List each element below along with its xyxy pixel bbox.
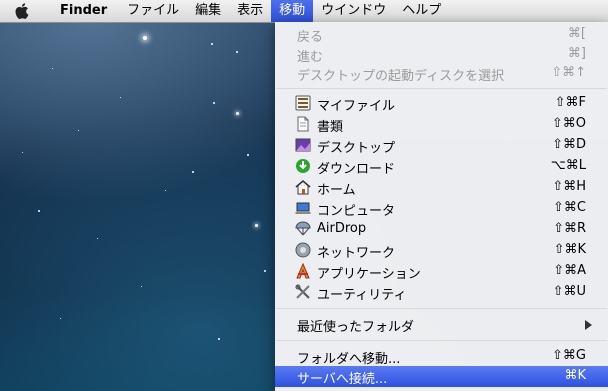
menu-item-label: コンピュータ (317, 204, 396, 219)
menu-item-shortcut: ⇧⌘O (551, 116, 586, 131)
menu-item-label: ホーム (317, 183, 356, 198)
network-icon (295, 242, 311, 258)
star (165, 190, 166, 191)
menu-item-shortcut: ⇧⌘R (553, 221, 586, 236)
menu-item-label: サーバへ接続... (297, 372, 388, 387)
star (97, 238, 98, 239)
applications-icon (296, 263, 310, 279)
star (264, 270, 266, 272)
star (52, 68, 53, 69)
menu-item-shortcut: ⌥⌘L (550, 158, 586, 173)
star (255, 224, 258, 227)
menu-item-label: 戻る (297, 30, 324, 45)
submenu-arrow-icon (585, 320, 592, 330)
menu-window[interactable]: ウインドウ (313, 0, 394, 22)
menu-item-label: AirDrop (317, 221, 367, 236)
menu-item-shortcut: ⇧⌘F (554, 95, 586, 110)
menu-item-shortcut: ⇧⌘↑ (551, 65, 586, 80)
menu-item-shortcut: ⇧⌘A (553, 263, 586, 278)
menu-item-label: フォルダへ移動... (297, 352, 401, 367)
menu-item-shortcut: ⇧⌘D (552, 137, 586, 152)
menu-item-applications[interactable]: アプリケーション ⇧⌘A (275, 261, 608, 282)
menu-item-shortcut: ⇧⌘G (552, 348, 586, 363)
star (213, 102, 215, 104)
menu-edit[interactable]: 編集 (187, 0, 229, 22)
menu-item-label: デスクトップ (317, 141, 396, 156)
apple-menu[interactable] (14, 0, 30, 22)
star (141, 286, 142, 287)
menu-item-desktop[interactable]: デスクトップ ⇧⌘D (275, 135, 608, 156)
menu-item-shortcut: ⌘] (567, 46, 586, 61)
star (236, 112, 239, 115)
all-my-files-icon (295, 95, 311, 111)
star (236, 51, 238, 53)
menu-item-connect-to-server[interactable]: サーバへ接続... ⌘K (275, 366, 608, 387)
menu-item-label: ユーティリティ (317, 288, 407, 303)
menu-finder[interactable]: Finder (52, 0, 115, 22)
star (143, 36, 147, 40)
menu-item-airdrop[interactable]: AirDrop ⇧⌘R (275, 219, 608, 240)
menu-file[interactable]: ファイル (119, 0, 187, 22)
menu-item-network[interactable]: ネットワーク ⇧⌘K (275, 240, 608, 261)
menu-item-utilities[interactable]: ユーティリティ ⇧⌘U (275, 282, 608, 303)
menu-item-label: マイファイル (317, 99, 396, 114)
star (247, 154, 249, 156)
star (38, 210, 40, 212)
menu-item-all-my-files[interactable]: マイファイル ⇧⌘F (275, 93, 608, 114)
home-icon (295, 180, 311, 195)
utilities-icon (295, 284, 310, 299)
menu-item-label: デスクトップの起動ディスクを選択 (297, 69, 505, 84)
menu-item-shortcut: ⌘K (564, 368, 586, 383)
airdrop-icon (295, 221, 311, 236)
menu-item-shortcut: ⇧⌘U (552, 284, 586, 299)
star (120, 97, 121, 98)
menu-item-label: ネットワーク (317, 246, 396, 261)
star (211, 43, 213, 45)
menu-item-select-startup-disk[interactable]: デスクトップの起動ディスクを選択 ⇧⌘↑ (275, 63, 608, 84)
menu-item-label: アプリケーション (317, 267, 421, 282)
menu-item-shortcut: ⌘[ (567, 26, 586, 41)
menu-item-shortcut: ⇧⌘K (553, 242, 586, 257)
menu-item-downloads[interactable]: ダウンロード ⌥⌘L (275, 156, 608, 177)
menu-go[interactable]: 移動 (271, 0, 314, 22)
star (60, 318, 61, 319)
menu-separator (276, 340, 607, 341)
menu-item-label: 最近使ったフォルダ (297, 320, 415, 335)
star (78, 130, 79, 131)
menu-item-documents[interactable]: 書類 ⇧⌘O (275, 114, 608, 135)
star (22, 152, 23, 153)
menu-item-go-to-folder[interactable]: フォルダへ移動... ⇧⌘G (275, 346, 608, 367)
star (192, 171, 194, 173)
menu-bar: Finder ファイル 編集 表示 移動 ウインドウ ヘルプ (0, 0, 608, 23)
computer-icon (295, 202, 311, 214)
go-menu-dropdown: 戻る ⌘[ 進む ⌘] デスクトップの起動ディスクを選択 ⇧⌘↑ マイファイル … (275, 22, 608, 391)
menu-item-back[interactable]: 戻る ⌘[ (275, 24, 608, 45)
menu-item-label: 書類 (317, 120, 344, 135)
menu-item-forward[interactable]: 進む ⌘] (275, 44, 608, 65)
menu-help[interactable]: ヘルプ (394, 0, 449, 22)
desktop-icon (295, 138, 311, 152)
menu-item-shortcut: ⇧⌘H (552, 179, 586, 194)
documents-icon (297, 116, 309, 132)
menu-view[interactable]: 表示 (229, 0, 271, 22)
menu-item-recent-folders[interactable]: 最近使ったフォルダ (275, 314, 608, 335)
menu-item-shortcut: ⇧⌘C (553, 200, 586, 215)
menu-item-home[interactable]: ホーム ⇧⌘H (275, 177, 608, 198)
apple-icon (15, 3, 29, 19)
menu-separator (276, 88, 607, 89)
menu-item-label: ダウンロード (317, 162, 396, 177)
menu-item-computer[interactable]: コンピュータ ⇧⌘C (275, 198, 608, 219)
star (218, 338, 220, 340)
downloads-icon (296, 159, 310, 173)
menu-separator (276, 308, 607, 309)
